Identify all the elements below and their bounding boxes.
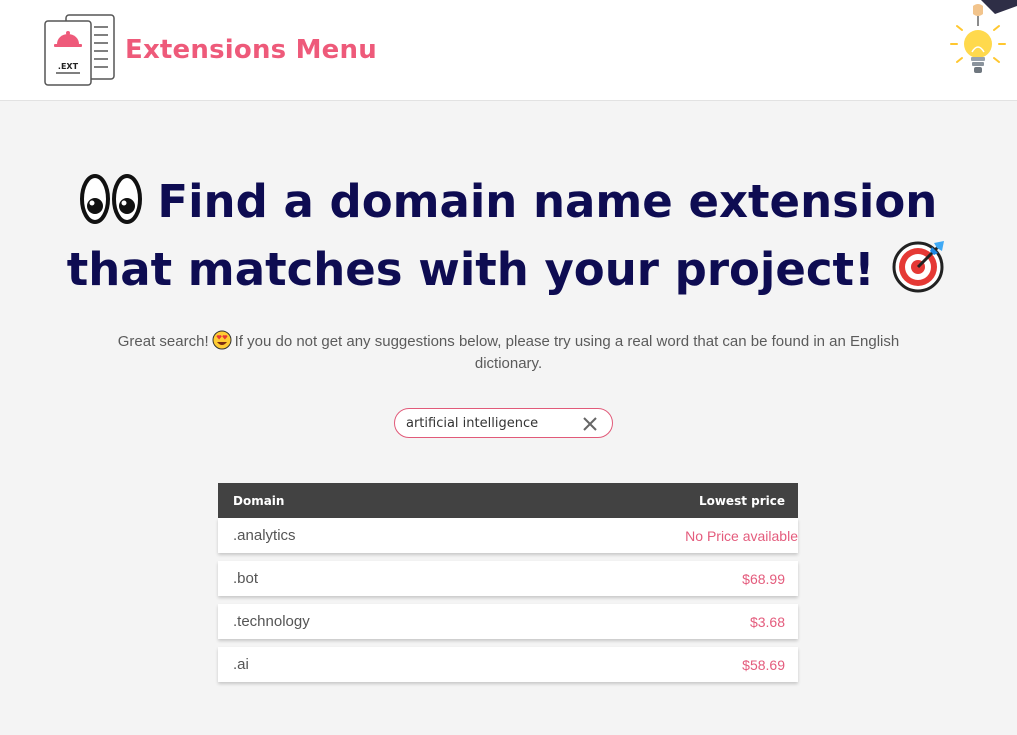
table-row[interactable]: .ai $58.69 [218,647,798,682]
search-box [394,408,613,438]
column-header-domain: Domain [233,493,285,508]
price-cell: $68.99 [742,570,785,587]
headline-line-1: Find a domain name extension [0,168,1017,236]
price-cell: No Price available [685,527,798,544]
price-cell: $3.68 [749,613,785,630]
extensions-table: Domain Lowest price .analytics No Price … [218,483,798,690]
brand-name: Extensions Menu [125,35,377,65]
price-cell: $58.69 [742,656,785,673]
column-header-lowest-price: Lowest price [698,493,785,508]
table-row[interactable]: .technology $3.68 [218,604,798,639]
table-header: Domain Lowest price [218,483,798,518]
search-input[interactable] [406,412,576,434]
table-row[interactable]: .bot $68.99 [218,561,798,596]
table-row[interactable]: .analytics No Price available [218,518,798,553]
heart-eyes-icon [212,330,232,350]
domain-cell: .analytics [233,527,296,544]
domain-cell: .technology [233,613,310,630]
feedback-text-after: If you do not get any suggestions below,… [234,333,900,372]
domain-cell: .bot [233,570,259,587]
logo-text: .EXT [58,62,79,71]
headline-text-2: that matches with your project! [66,243,875,296]
domain-cell: .ai [233,656,249,673]
close-icon[interactable] [582,416,598,432]
bullseye-icon [892,241,945,293]
document-with-cloche-icon: .EXT [44,14,115,86]
headline-line-2: that matches with your project! [0,236,1017,304]
eyes-icon [79,174,142,224]
home-logo-link[interactable]: .EXT Extensions Menu [44,13,377,87]
page-headline: Find a domain name extension that matche… [0,168,1017,304]
search-feedback-message: Great search! If you do not get any sugg… [110,330,907,375]
headline-text-1: Find a domain name extension [157,175,938,228]
feedback-text-before: Great search! [117,333,209,350]
lightbulb-hand-icon [950,0,1017,73]
site-header: .EXT Extensions Menu [0,0,1017,101]
